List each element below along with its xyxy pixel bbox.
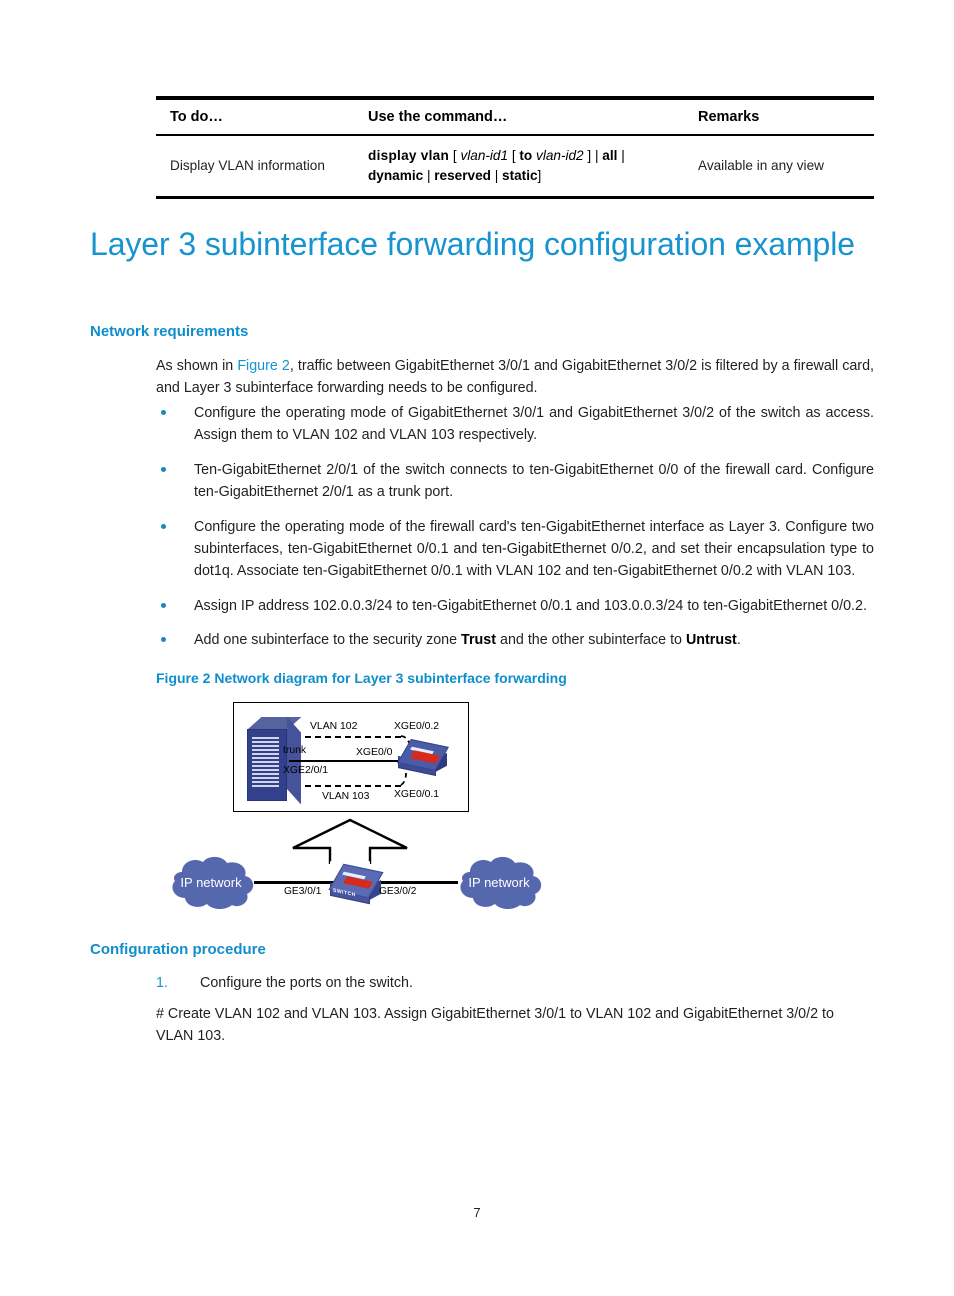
label-ge302: GE3/0/2 bbox=[379, 886, 417, 897]
label-vlan102: VLAN 102 bbox=[310, 721, 358, 732]
cell-remarks: Available in any view bbox=[684, 135, 874, 200]
network-diagram: VLAN 102 trunk XGE0/0 XGE2/0/1 VLAN 103 … bbox=[156, 696, 874, 926]
firewall-card-icon bbox=[397, 738, 449, 779]
zoom-callout-arrow bbox=[292, 818, 408, 864]
label-vlan103: VLAN 103 bbox=[322, 791, 370, 802]
table-header-use-the-command: Use the command… bbox=[354, 96, 684, 136]
command-pipe-4: | bbox=[494, 167, 499, 183]
page-title: Layer 3 subinterface forwarding configur… bbox=[90, 226, 855, 262]
table-header-row: To do… Use the command… Remarks bbox=[156, 96, 874, 136]
step-number: 1. bbox=[156, 975, 168, 991]
trunk-solid-link bbox=[289, 760, 404, 763]
cloud-ip-network-right: IP network bbox=[450, 854, 548, 910]
command-bracket-open-2: [ bbox=[511, 148, 516, 163]
zone-text-post: . bbox=[736, 632, 741, 649]
list-item: Configure the operating mode of GigabitE… bbox=[156, 402, 874, 446]
command-keyword-all: all bbox=[602, 148, 618, 163]
list-item: Configure the operating mode of the fire… bbox=[156, 516, 874, 582]
label-xge0021: XGE0/0.2 bbox=[394, 721, 440, 732]
label-trunk: trunk bbox=[283, 745, 307, 756]
diagram-detail-box: VLAN 102 trunk XGE0/0 XGE2/0/1 VLAN 103 … bbox=[233, 702, 469, 812]
procedure-step-1: 1. Configure the ports on the switch. bbox=[156, 972, 874, 994]
list-item: Add one subinterface to the security zon… bbox=[156, 629, 874, 651]
table-header-to-do: To do… bbox=[156, 96, 354, 136]
command-var-vlan-id1: vlan-id1 bbox=[460, 148, 509, 163]
document-page: To do… Use the command… Remarks Display … bbox=[0, 0, 954, 1296]
command-keyword-dynamic: dynamic bbox=[368, 167, 424, 183]
cloud-label-right: IP network bbox=[468, 874, 530, 890]
figure-caption: Figure 2 Network diagram for Layer 3 sub… bbox=[156, 670, 567, 686]
intro-paragraph: As shown in Figure 2, traffic between Gi… bbox=[156, 355, 874, 399]
zone-text-mid: and the other subinterface to bbox=[496, 632, 686, 649]
command-pipe-3: | bbox=[426, 167, 431, 183]
command-keyword-display-vlan: display vlan bbox=[368, 148, 450, 163]
command-bracket-close-2: ] bbox=[537, 167, 542, 183]
label-ge301: GE3/0/1 bbox=[284, 886, 322, 897]
label-xge0011: XGE0/0.1 bbox=[394, 789, 440, 800]
page-number: 7 bbox=[473, 1205, 481, 1220]
step-text: Configure the ports on the switch. bbox=[200, 975, 413, 991]
heading-network-requirements: Network requirements bbox=[90, 323, 249, 340]
heading-configuration-procedure: Configuration procedure bbox=[90, 941, 266, 958]
command-var-vlan-id2: vlan-id2 bbox=[536, 148, 584, 163]
network-requirements-list: Configure the operating mode of GigabitE… bbox=[156, 402, 874, 664]
command-pipe-1: | bbox=[594, 148, 599, 163]
cell-to-do: Display VLAN information bbox=[156, 135, 354, 200]
list-item: Assign IP address 102.0.0.3/24 to ten-Gi… bbox=[156, 595, 874, 617]
command-keyword-reserved: reserved bbox=[434, 167, 491, 183]
zone-trust-label: Trust bbox=[461, 632, 497, 649]
switch-icon-bottom: SWITCH bbox=[328, 863, 384, 908]
command-keyword-to: to bbox=[519, 148, 533, 163]
figure-2-link[interactable]: Figure 2 bbox=[237, 358, 290, 374]
zone-text-pre: Add one subinterface to the security zon… bbox=[194, 632, 462, 649]
command-bracket-close-1: ] bbox=[587, 148, 592, 163]
wire-right bbox=[376, 881, 458, 884]
table-header-remarks: Remarks bbox=[684, 96, 874, 136]
command-keyword-static: static bbox=[502, 167, 538, 183]
cloud-ip-network-left: IP network bbox=[162, 854, 260, 910]
command-pipe-2: | bbox=[621, 148, 625, 163]
cell-command: display vlan [ vlan-id1 [ to vlan-id2 ] … bbox=[354, 135, 684, 200]
intro-text-pre: As shown in bbox=[156, 358, 238, 374]
callout-arrow-shape bbox=[292, 818, 408, 864]
list-item: Ten-GigabitEthernet 2/0/1 of the switch … bbox=[156, 459, 874, 503]
zone-untrust-label: Untrust bbox=[685, 632, 737, 649]
command-bracket-open-1: [ bbox=[452, 148, 457, 163]
label-xge00: XGE0/0 bbox=[356, 747, 393, 758]
configuration-comment: # Create VLAN 102 and VLAN 103. Assign G… bbox=[156, 1006, 834, 1045]
command-table: To do… Use the command… Remarks Display … bbox=[156, 96, 874, 200]
table-row: Display VLAN information display vlan [ … bbox=[156, 135, 874, 200]
cloud-label-left: IP network bbox=[180, 874, 242, 890]
label-xge201: XGE2/0/1 bbox=[283, 765, 329, 776]
